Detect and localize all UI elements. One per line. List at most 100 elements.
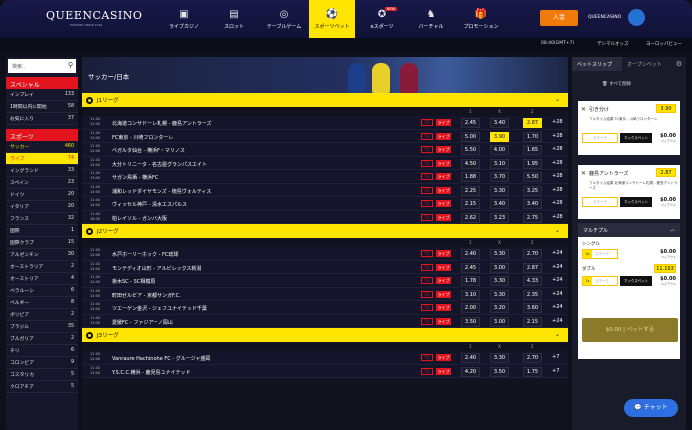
sidebar-item[interactable]: ベラルーシ 6 bbox=[6, 285, 78, 297]
odds-button[interactable]: 4.20 bbox=[461, 366, 480, 377]
sidebar-item[interactable]: ライブ 74 bbox=[6, 153, 78, 165]
odds-button[interactable]: 3.90 bbox=[490, 131, 509, 142]
more-markets-link[interactable]: +28 bbox=[552, 160, 563, 166]
nav-item-live-casino[interactable]: ▣ ライブカジノ bbox=[161, 0, 207, 38]
more-markets-link[interactable]: +28 bbox=[552, 173, 563, 179]
double-stake-input[interactable]: 1x ステーク bbox=[582, 276, 618, 286]
match-row[interactable]: 11.04 13:00 サガン鳥栖 - 横浜FC TV ライブ 1.88 3.70 5.50 +… bbox=[82, 170, 568, 184]
match-teams[interactable]: FC東京 - 川崎フロンターレ bbox=[112, 134, 173, 141]
nav-item-esports[interactable]: ✪ eスポーツ NEW bbox=[359, 0, 405, 38]
odds-button[interactable]: 2.70 bbox=[523, 249, 542, 259]
match-teams[interactable]: ベガルタ仙台 - 横浜F・マリノス bbox=[112, 147, 185, 154]
match-row[interactable]: 11.04 13:00 Y.S.C.C.横浜 - 鹿児島ユナイテッド TV ライブ 4.2… bbox=[82, 364, 568, 378]
match-teams[interactable]: 柏レイソル - ガンバ大阪 bbox=[112, 215, 167, 222]
match-row[interactable]: 11.04 18:00 柏レイソル - ガンバ大阪 TV ライブ 2.62 3.23 2.75… bbox=[82, 210, 568, 224]
sidebar-item[interactable]: ドイツ 20 bbox=[6, 189, 78, 201]
more-markets-link[interactable]: +24 bbox=[552, 264, 563, 270]
close-icon[interactable]: ✕ bbox=[581, 106, 586, 113]
odds-button[interactable]: 2.87 bbox=[523, 262, 542, 273]
sidebar-item[interactable]: チリ 6 bbox=[6, 345, 78, 357]
match-row[interactable]: 11.04 14:00 ヴィッセル神戸 - 清水エスパルス TV ライブ 2.15 3.40… bbox=[82, 197, 568, 211]
chevron-down-icon[interactable]: ⌄ bbox=[555, 96, 560, 103]
match-teams[interactable]: 大分トリニータ - 名古屋グランパスエイト bbox=[112, 161, 207, 168]
odds-button[interactable]: 3.00 bbox=[490, 262, 509, 273]
sidebar-item[interactable]: サッカー 460 bbox=[6, 141, 78, 153]
odds-button[interactable]: 2.35 bbox=[523, 289, 542, 300]
sidebar-item[interactable]: アルゼンチン 30 bbox=[6, 249, 78, 261]
match-teams[interactable]: サガン鳥栖 - 横浜FC bbox=[112, 174, 158, 181]
more-markets-link[interactable]: +24 bbox=[552, 318, 563, 324]
more-markets-link[interactable]: +7 bbox=[552, 354, 559, 360]
more-markets-link[interactable]: +28 bbox=[552, 146, 563, 152]
sidebar-item[interactable]: お気に入り 37 bbox=[6, 113, 78, 125]
match-teams[interactable]: 愛媛FC - ファジアーノ岡山 bbox=[112, 319, 173, 326]
match-row[interactable]: 11.04 12:00 モンテディオ山形 - アルビレックス新潟 TV ライブ 2.45 3… bbox=[82, 260, 568, 274]
max-bet-button[interactable]: マックスベット bbox=[620, 197, 652, 207]
odds-button[interactable]: 3.30 bbox=[490, 185, 509, 196]
match-row[interactable]: 11.04 12:00 北海道コンサドーレ札幌 - 鹿島アントラーズ TV ライブ 2.4… bbox=[82, 116, 568, 130]
match-row[interactable]: 11.04 12:00 ツエーゲン金沢 - ジェフユナイテッド千葉 TV ライブ 2.00… bbox=[82, 301, 568, 315]
stake-input[interactable]: ステーク bbox=[582, 197, 618, 207]
match-row[interactable]: 11.04 12:00 大分トリニータ - 名古屋グランパスエイト TV ライブ 4.50… bbox=[82, 156, 568, 170]
odds-button[interactable]: 2.00 bbox=[461, 303, 480, 313]
odds-button[interactable]: 2.75 bbox=[523, 212, 542, 223]
nav-item-roulette[interactable]: ◎ テーブルゲーム bbox=[261, 0, 307, 38]
more-markets-link[interactable]: +28 bbox=[552, 187, 563, 193]
match-row[interactable]: 11.04 12:00 水戸ホーリーホック - FC琉球 TV ライブ 2.40 3.30 2… bbox=[82, 247, 568, 261]
sidebar-item[interactable]: オーストリア 4 bbox=[6, 273, 78, 285]
sidebar-item[interactable]: ベルギー 8 bbox=[6, 297, 78, 309]
match-row[interactable]: 11.04 13:00 愛媛FC - ファジアーノ岡山 TV ライブ 3.50 3.00 2.… bbox=[82, 314, 568, 328]
chevron-down-icon[interactable]: ⌄ bbox=[555, 227, 560, 234]
max-bet-button[interactable]: マックスベット bbox=[620, 133, 652, 143]
place-bet-button[interactable]: $0.00 | ベットする bbox=[582, 318, 678, 342]
nav-item-soccer-ball[interactable]: ⚽ スポーツベット bbox=[309, 0, 355, 38]
sidebar-item[interactable]: ブルガリア 2 bbox=[6, 333, 78, 345]
double-max-bet-button[interactable]: マックスベット bbox=[620, 276, 652, 286]
odds-button[interactable]: 3.10 bbox=[461, 289, 480, 300]
odds-button[interactable]: 2.45 bbox=[461, 262, 480, 273]
match-teams[interactable]: 栃木SC - SC相模原 bbox=[112, 278, 155, 285]
odds-format-select[interactable]: デシマルオッズ bbox=[597, 41, 629, 47]
avatar[interactable]: 👤 bbox=[628, 9, 645, 26]
match-row[interactable]: 11.04 12:00 栃木SC - SC相模原 TV ライブ 1.78 3.30 4.33 +… bbox=[82, 274, 568, 288]
odds-button[interactable]: 2.62 bbox=[461, 212, 480, 223]
nav-item-virtual-horse[interactable]: ♞ バーチャル bbox=[408, 0, 454, 38]
match-row[interactable]: 11.04 14:00 浦和レッドダイヤモンズ - 徳島ヴォルティス TV ライブ 2.2… bbox=[82, 183, 568, 197]
more-markets-link[interactable]: +28 bbox=[552, 133, 563, 139]
match-teams[interactable]: ツエーゲン金沢 - ジェフユナイテッド千葉 bbox=[112, 305, 207, 312]
more-markets-link[interactable]: +7 bbox=[552, 368, 559, 374]
odds-button[interactable]: 2.45 bbox=[461, 118, 480, 128]
odds-button[interactable]: 1.78 bbox=[461, 276, 480, 286]
multiple-header[interactable]: マルチプル ︿ bbox=[578, 223, 680, 237]
odds-button[interactable]: 3.30 bbox=[490, 353, 509, 363]
odds-button[interactable]: 3.30 bbox=[490, 249, 509, 259]
odds-button[interactable]: 3.25 bbox=[523, 185, 542, 196]
odds-button[interactable]: 2.40 bbox=[461, 353, 480, 363]
odds-button[interactable]: 3.60 bbox=[523, 303, 542, 313]
tab-open-bets[interactable]: オープンベット bbox=[622, 57, 672, 71]
odds-button[interactable]: 2.70 bbox=[523, 353, 542, 363]
match-row[interactable]: 11.04 12:00 FC東京 - 川崎フロンターレ TV ライブ 5.00 3.90 1.… bbox=[82, 129, 568, 143]
odds-button[interactable]: 3.20 bbox=[490, 303, 509, 313]
match-teams[interactable]: ヴィッセル神戸 - 清水エスパルス bbox=[112, 201, 187, 208]
odds-button[interactable]: 3.40 bbox=[523, 199, 542, 209]
sidebar-item[interactable]: コロンビア 9 bbox=[6, 357, 78, 369]
odds-button[interactable]: 3.10 bbox=[490, 158, 509, 169]
deposit-button[interactable]: 入金 bbox=[540, 10, 578, 26]
sidebar-item[interactable]: イングランド 33 bbox=[6, 165, 78, 177]
odds-button[interactable]: 3.30 bbox=[490, 276, 509, 286]
chevron-up-icon[interactable]: ︿ bbox=[670, 226, 675, 233]
odds-button[interactable]: 4.50 bbox=[461, 158, 480, 169]
sidebar-item[interactable]: コスタリカ 5 bbox=[6, 369, 78, 381]
match-row[interactable]: 11.04 12:00 町田ゼルビア - 京都サンガF.C. TV ライブ 3.10 3.3… bbox=[82, 287, 568, 301]
league-header[interactable]: J3リーグ ⌄ bbox=[82, 328, 568, 342]
nav-item-slot[interactable]: ▤ スロット bbox=[211, 0, 257, 38]
stake-input[interactable]: ステーク bbox=[582, 133, 618, 143]
odds-button[interactable]: 5.00 bbox=[461, 131, 480, 142]
league-header[interactable]: J1リーグ ⌄ bbox=[82, 93, 568, 107]
sidebar-item[interactable]: 国際クラブ 15 bbox=[6, 237, 78, 249]
brand-logo[interactable]: QUEENCASINO TRUSTED SINCE 2016 bbox=[46, 9, 142, 27]
more-markets-link[interactable]: +28 bbox=[552, 214, 563, 220]
league-header[interactable]: J2リーグ ⌄ bbox=[82, 224, 568, 238]
match-teams[interactable]: 町田ゼルビア - 京都サンガF.C. bbox=[112, 292, 181, 299]
